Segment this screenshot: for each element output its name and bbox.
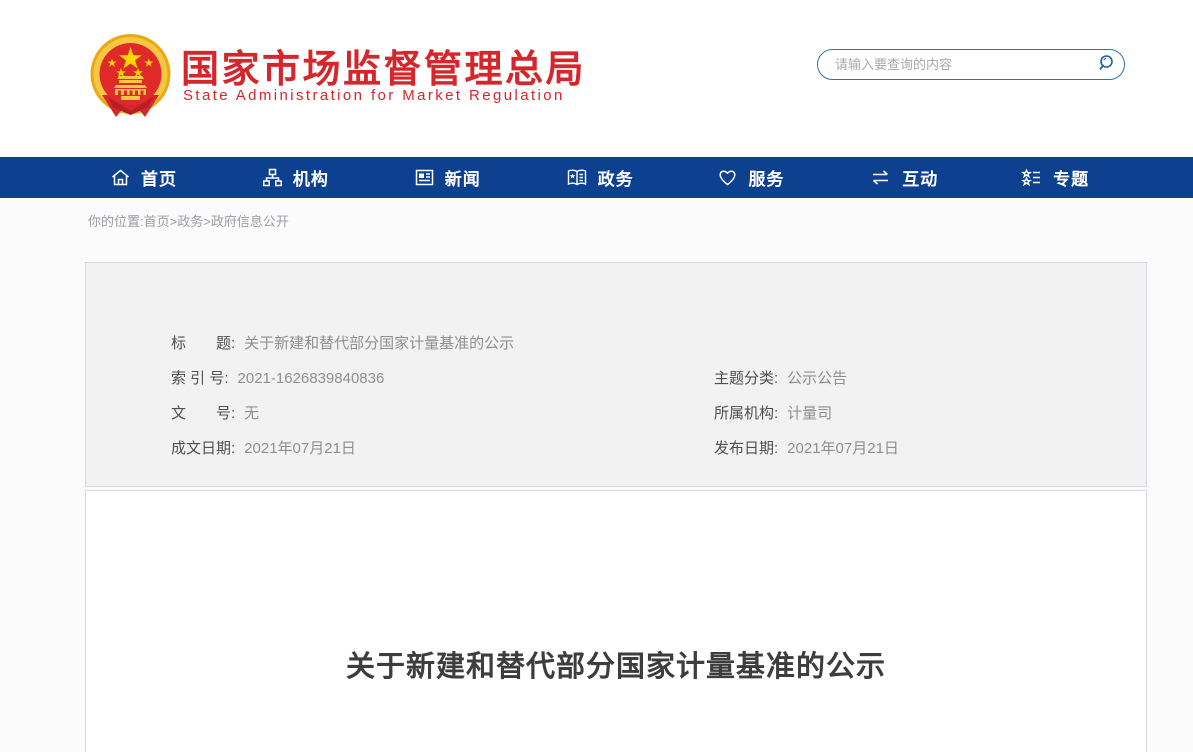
breadcrumb-link-home[interactable]: 首页 bbox=[144, 214, 170, 229]
nav-label: 专题 bbox=[1053, 165, 1089, 190]
nav-label: 首页 bbox=[141, 165, 177, 190]
meta-row-issuing-department: 所属机构: 计量司 bbox=[714, 402, 832, 422]
nav-label: 新闻 bbox=[445, 165, 481, 190]
breadcrumb-link-gov[interactable]: 政务 bbox=[177, 214, 203, 229]
breadcrumb: 你的位置:首页>政务>政府信息公开 bbox=[88, 211, 289, 230]
meta-value: 关于新建和替代部分国家计量基准的公示 bbox=[244, 335, 514, 352]
exchange-arrows-icon bbox=[869, 167, 892, 188]
search-button[interactable] bbox=[1090, 50, 1124, 79]
meta-label: 主题分类: bbox=[714, 370, 778, 387]
meta-label: 成文日期: bbox=[171, 440, 235, 457]
article-title: 关于新建和替代部分国家计量基准的公示 bbox=[86, 643, 1146, 685]
nav-item-service[interactable]: 服务 bbox=[692, 157, 844, 198]
org-chart-icon bbox=[262, 167, 283, 188]
document-meta-panel: 标 题: 关于新建和替代部分国家计量基准的公示 索 引 号: 2021-162683… bbox=[85, 262, 1147, 487]
meta-value: 公示公告 bbox=[787, 370, 847, 387]
main-nav-inner: 首页 机构 bbox=[85, 157, 1148, 198]
heart-icon bbox=[717, 167, 738, 188]
page: 国家市场监督管理总局 State Administration for Mark… bbox=[0, 0, 1193, 752]
nav-item-topics[interactable]: 专题 bbox=[996, 157, 1148, 198]
breadcrumb-link-info-disclosure[interactable]: 政府信息公开 bbox=[211, 214, 289, 229]
nav-item-gov[interactable]: 政务 bbox=[541, 157, 693, 198]
meta-value: 无 bbox=[244, 405, 259, 422]
meta-row-written-date: 成文日期: 2021年07月21日 bbox=[171, 437, 356, 457]
breadcrumb-separator: > bbox=[203, 214, 211, 229]
search-icon bbox=[1097, 53, 1117, 76]
meta-value: 2021年07月21日 bbox=[244, 440, 356, 457]
article-panel: 关于新建和替代部分国家计量基准的公示 bbox=[85, 490, 1147, 752]
nav-item-org[interactable]: 机构 bbox=[237, 157, 389, 198]
open-book-icon bbox=[566, 167, 588, 188]
meta-value: 2021年07月21日 bbox=[787, 440, 899, 457]
nav-label: 互动 bbox=[902, 165, 938, 190]
meta-row-index-number: 索 引 号: 2021-1626839840836 bbox=[171, 367, 384, 387]
site-subtitle: State Administration for Market Regulati… bbox=[183, 87, 565, 104]
meta-label: 文 号: bbox=[171, 405, 235, 422]
meta-value: 计量司 bbox=[787, 405, 832, 422]
national-emblem-logo[interactable] bbox=[88, 33, 173, 120]
nav-label: 机构 bbox=[293, 165, 329, 190]
meta-label: 所属机构: bbox=[714, 405, 778, 422]
nav-item-news[interactable]: 新闻 bbox=[389, 157, 541, 198]
meta-row-topic-category: 主题分类: 公示公告 bbox=[714, 367, 847, 387]
nav-label: 政务 bbox=[598, 165, 634, 190]
site-header: 国家市场监督管理总局 State Administration for Mark… bbox=[0, 0, 1193, 157]
meta-label: 标 题: bbox=[171, 335, 235, 352]
search-input[interactable] bbox=[818, 57, 1090, 72]
meta-label: 发布日期: bbox=[714, 440, 778, 457]
meta-value: 2021-1626839840836 bbox=[238, 370, 385, 387]
breadcrumb-prefix: 你的位置: bbox=[88, 214, 144, 229]
nav-item-interact[interactable]: 互动 bbox=[844, 157, 996, 198]
nav-item-home[interactable]: 首页 bbox=[85, 157, 237, 198]
meta-row-doc-number: 文 号: 无 bbox=[171, 402, 259, 422]
main-nav: 首页 机构 bbox=[0, 157, 1193, 198]
meta-row-publish-date: 发布日期: 2021年07月21日 bbox=[714, 437, 899, 457]
search-box bbox=[817, 49, 1125, 80]
site-title: 国家市场监督管理总局 bbox=[181, 38, 586, 93]
nav-label: 服务 bbox=[748, 165, 784, 190]
home-icon bbox=[110, 167, 131, 188]
meta-row-title: 标 题: 关于新建和替代部分国家计量基准的公示 bbox=[171, 332, 514, 352]
meta-label: 索 引 号: bbox=[171, 370, 229, 387]
newspaper-icon bbox=[414, 167, 435, 188]
star-list-icon bbox=[1021, 167, 1043, 188]
